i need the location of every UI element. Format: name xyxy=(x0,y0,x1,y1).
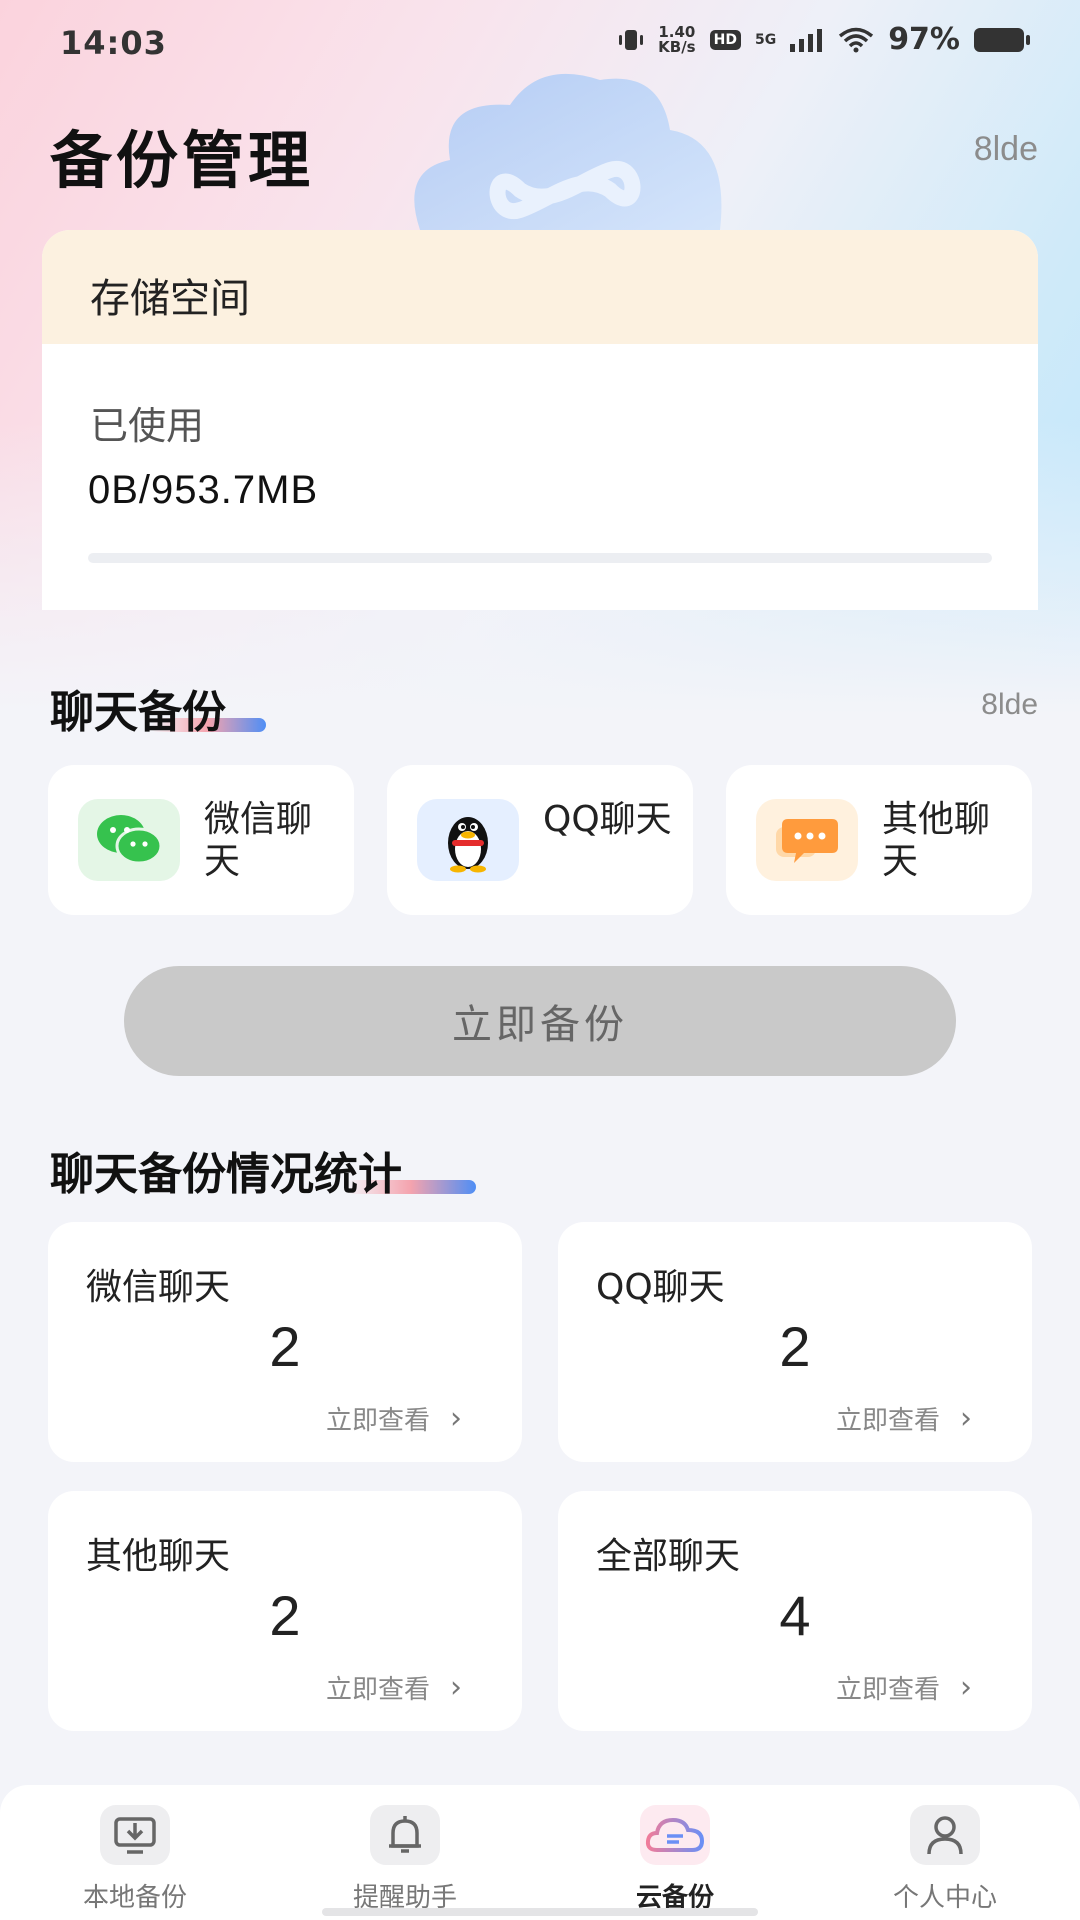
stat-count: 2 xyxy=(779,1315,811,1378)
chat-bubble-icon xyxy=(756,799,858,881)
battery-icon xyxy=(974,27,1030,52)
stats-title: 聊天备份情况统计 xyxy=(50,1149,402,1200)
cloud-icon xyxy=(640,1805,710,1865)
view-now-link[interactable]: 立即查看 › xyxy=(836,1669,972,1706)
stat-card-qq: QQ聊天 2 立即查看 › xyxy=(558,1222,1032,1462)
battery-percent: 97% xyxy=(888,22,960,57)
stat-card-wechat: 微信聊天 2 立即查看 › xyxy=(48,1222,522,1462)
network-speed-unit: KB/s xyxy=(658,37,696,56)
wifi-icon xyxy=(839,27,874,52)
nav-reminder[interactable]: 提醒助手 xyxy=(270,1799,540,1913)
stat-title: 微信聊天 xyxy=(86,1267,231,1308)
stat-card-other: 其他聊天 2 立即查看 › xyxy=(48,1491,522,1731)
stat-count: 4 xyxy=(779,1584,811,1647)
qq-chat-label: QQ聊天 xyxy=(543,799,672,840)
signal-icon xyxy=(790,28,823,52)
wechat-icon xyxy=(78,799,180,881)
chat-backup-title: 聊天备份 xyxy=(50,687,226,738)
network-type: 5G xyxy=(754,31,777,48)
stat-title: QQ聊天 xyxy=(596,1267,725,1308)
page-title: 备份管理 xyxy=(50,124,315,197)
nav-label: 本地备份 xyxy=(82,1883,187,1913)
qq-chat-tile[interactable]: QQ聊天 xyxy=(387,765,693,915)
backup-now-button[interactable]: 立即备份 xyxy=(124,966,956,1076)
header-corner-label: 8lde xyxy=(973,130,1038,168)
wechat-chat-label: 微信聊天 xyxy=(204,799,313,882)
view-now-label: 立即查看 xyxy=(835,1675,940,1705)
view-now-link[interactable]: 立即查看 › xyxy=(326,1669,462,1706)
status-time: 14:03 xyxy=(60,24,167,62)
vibrate-icon xyxy=(619,29,644,50)
storage-progress-bar xyxy=(88,553,992,563)
other-chat-label: 其他聊天 xyxy=(882,799,991,882)
chat-backup-corner-label: 8lde xyxy=(981,688,1038,721)
bell-icon xyxy=(370,1805,440,1865)
chevron-right-icon: › xyxy=(450,1670,462,1705)
stat-count: 2 xyxy=(269,1315,301,1378)
chevron-right-icon: › xyxy=(960,1670,972,1705)
other-chat-tile[interactable]: 其他聊天 xyxy=(726,765,1032,915)
hd-badge: HD xyxy=(709,29,741,50)
storage-used-value: 0B/953.7MB xyxy=(88,468,319,512)
wechat-chat-tile[interactable]: 微信聊天 xyxy=(48,765,354,915)
stat-title: 全部聊天 xyxy=(596,1536,741,1577)
view-now-label: 立即查看 xyxy=(325,1675,430,1705)
network-speed: 1.40 KB/s xyxy=(658,24,696,56)
nav-cloud-backup[interactable]: 云备份 xyxy=(540,1799,810,1913)
qq-penguin-icon xyxy=(417,799,519,881)
view-now-label: 立即查看 xyxy=(835,1406,940,1436)
stat-title: 其他聊天 xyxy=(86,1536,231,1577)
view-now-label: 立即查看 xyxy=(325,1406,430,1436)
storage-card-header: 存储空间 xyxy=(42,230,1038,344)
bottom-nav: 本地备份 提醒助手 云备份 个人中心 xyxy=(0,1785,1080,1920)
storage-title: 存储空间 xyxy=(90,276,250,322)
status-bar-indicators: 1.40 KB/s HD 5G 97% xyxy=(618,22,1030,57)
chevron-right-icon: › xyxy=(450,1401,462,1436)
chevron-right-icon: › xyxy=(960,1401,972,1436)
view-now-link[interactable]: 立即查看 › xyxy=(836,1400,972,1437)
stat-card-all: 全部聊天 4 立即查看 › xyxy=(558,1491,1032,1731)
storage-used-label: 已使用 xyxy=(90,404,205,448)
nav-label: 个人中心 xyxy=(892,1883,997,1913)
nav-local-backup[interactable]: 本地备份 xyxy=(0,1799,270,1913)
view-now-link[interactable]: 立即查看 › xyxy=(326,1400,462,1437)
local-backup-icon xyxy=(100,1805,170,1865)
nav-profile[interactable]: 个人中心 xyxy=(810,1799,1080,1913)
home-indicator xyxy=(322,1908,758,1916)
stat-count: 2 xyxy=(269,1584,301,1647)
cloud-infinity-illustration xyxy=(414,73,722,230)
person-icon xyxy=(910,1805,980,1865)
